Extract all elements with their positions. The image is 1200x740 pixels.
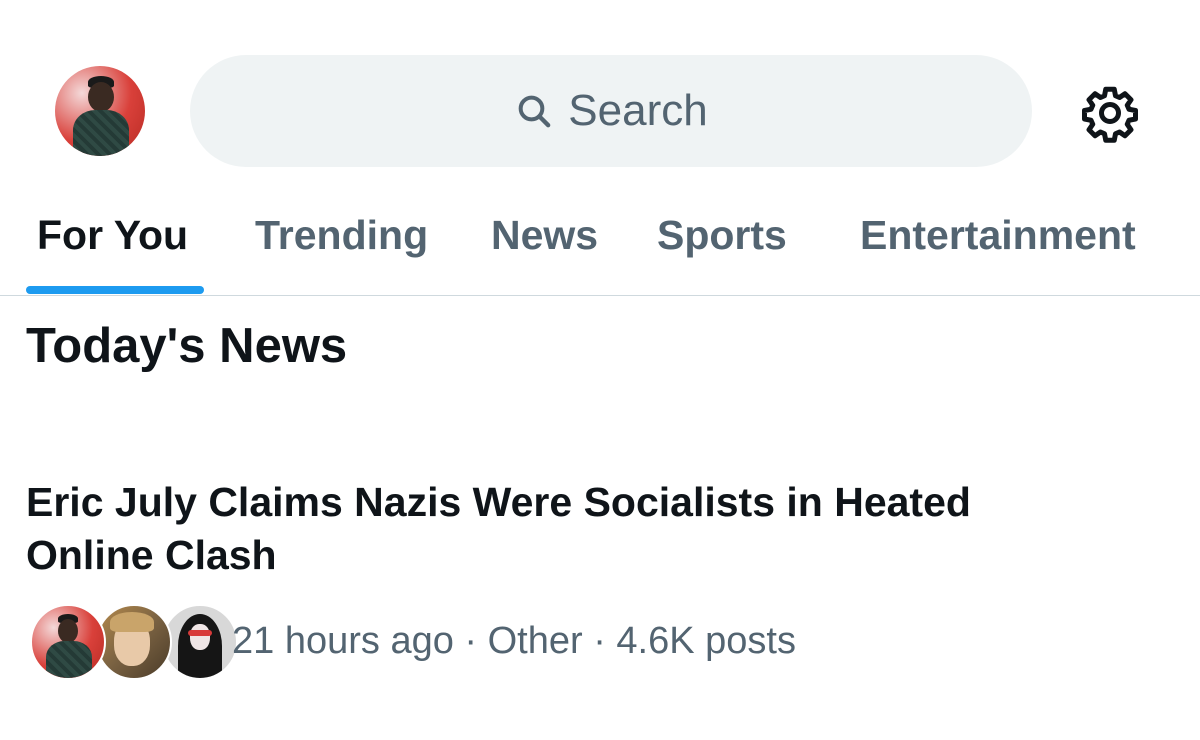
sunglasses-icon [188, 630, 212, 636]
tab-news[interactable]: News [491, 212, 598, 259]
participant-avatar [30, 604, 106, 680]
tab-sports[interactable]: Sports [657, 212, 787, 259]
section-title: Today's News [26, 319, 348, 373]
gear-icon[interactable] [1080, 83, 1140, 143]
tab-for-you[interactable]: For You [37, 212, 188, 259]
search-bar[interactable]: Search [190, 55, 1032, 167]
avatar-head [88, 82, 114, 112]
search-icon [518, 95, 551, 128]
participant-avatar [162, 604, 238, 680]
profile-avatar[interactable] [55, 66, 145, 156]
news-meta: 21 hours ago · Other · 4.6K posts [232, 620, 796, 662]
tab-bar: For You Trending News Sports Entertainme… [0, 200, 1200, 296]
tab-divider [0, 295, 1200, 296]
participant-avatar [96, 604, 172, 680]
avatar-stack [30, 604, 238, 680]
avatar-body [73, 110, 129, 156]
tab-entertainment[interactable]: Entertainment [860, 212, 1136, 259]
active-tab-indicator [26, 286, 204, 294]
news-headline[interactable]: Eric July Claims Nazis Were Socialists i… [26, 476, 1076, 582]
search-placeholder: Search [568, 86, 708, 135]
tab-trending[interactable]: Trending [255, 212, 428, 259]
